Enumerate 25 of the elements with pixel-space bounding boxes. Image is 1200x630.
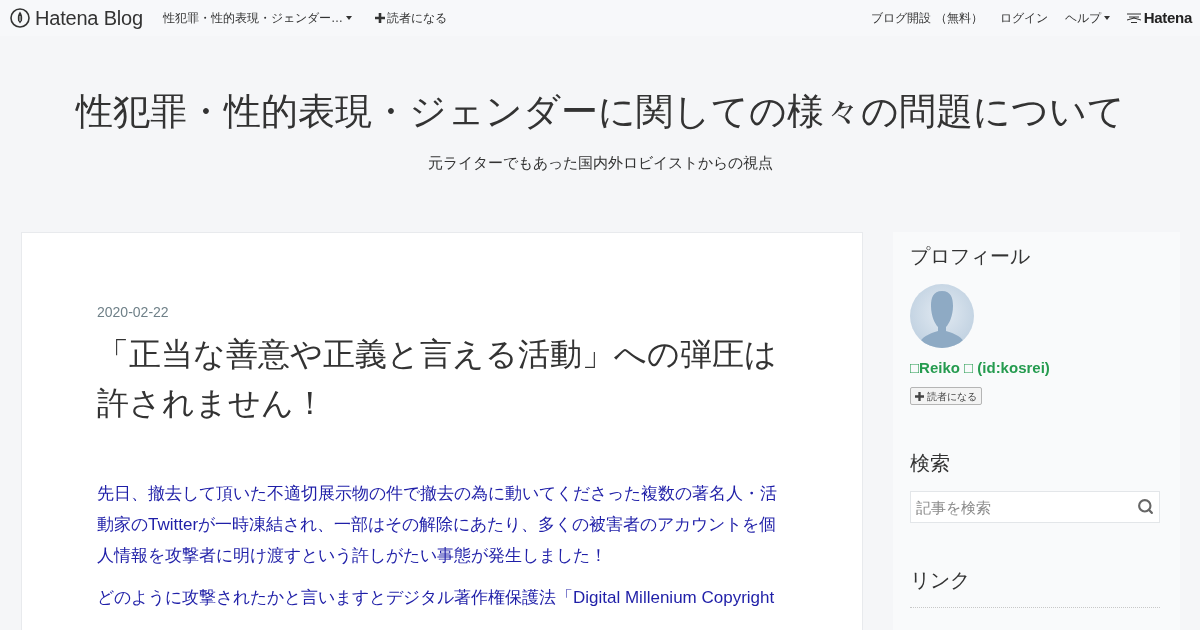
search-field[interactable]: 記事を検索	[910, 491, 1160, 523]
plus-icon	[374, 13, 385, 23]
sidebar-heading: リンク	[910, 568, 970, 592]
plus-icon	[915, 391, 924, 401]
search-icon[interactable]	[1137, 498, 1154, 515]
sidebar-heading: プロフィール	[910, 244, 1030, 268]
sidebar-heading: 検索	[910, 451, 950, 475]
top-bar-link[interactable]: ログイン	[999, 9, 1048, 27]
subscribe-link[interactable]: 読者になる	[374, 9, 447, 27]
blog-menu[interactable]: 性犯罪・性的表現・ジェンダー…	[162, 9, 352, 27]
blog-title[interactable]: 性犯罪・性的表現・ジェンダーに関しての様々の問題について	[75, 89, 1125, 135]
article-date: 2020-02-22	[97, 303, 169, 321]
blog-service-logo[interactable]: Hatena Blog	[35, 8, 143, 28]
avatar-silhouette-icon	[910, 284, 974, 348]
brand-logo[interactable]: Hatena	[1126, 6, 1192, 30]
caret-icon	[345, 16, 352, 20]
article-paragraph: どのように攻撃されたかと言いますとデジタル著作権保護法「Digital Millenium Copyright	[97, 587, 776, 609]
article-title[interactable]: 「正当な善意や正義と言える活動」への弾圧は許されません！	[97, 330, 787, 428]
top-bar-link[interactable]: ヘルプ	[1064, 9, 1110, 27]
article-paragraph: 先日、撤去して頂いた不適切展示物の件で撤去の為に動いてくださった複数の著名人・活動家のTwitterが一時凍結され、一部はその解除にあたり、多くの被害者のアカウントを個人情報を攻撃者に明け渡すという許しがたい事態が発生しました！	[97, 483, 778, 567]
top-bar-link[interactable]: ブログ開設 （無料）	[871, 9, 983, 27]
stripes-logo-icon	[1126, 13, 1141, 23]
pen-nib-logo-icon	[10, 8, 30, 28]
subscribe-button[interactable]: 読者になる	[910, 387, 982, 405]
blog-subtitle: 元ライターでもあった国内外ロビイストからの視点	[427, 153, 773, 173]
